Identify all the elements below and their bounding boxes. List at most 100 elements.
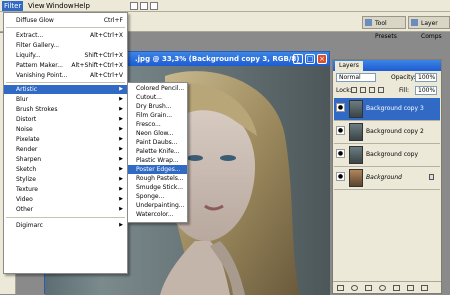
- layer-row[interactable]: ● Background copy 3: [334, 98, 440, 121]
- filter-menu: Diffuse Glow Ctrl+F Extract... Alt+Ctrl+X …: [3, 12, 128, 274]
- submenu-item[interactable]: Dry Brush...: [128, 102, 187, 111]
- layers-tab[interactable]: Layers: [335, 61, 363, 71]
- menu-item-texture[interactable]: Texture ▶: [4, 185, 127, 194]
- menu-help[interactable]: Help: [72, 1, 92, 11]
- submenu-arrow-icon: ▶: [119, 222, 123, 228]
- menu-item-pixelate[interactable]: Pixelate ▶: [4, 135, 127, 144]
- layer-name: Background: [366, 174, 402, 181]
- submenu-arrow-icon: ▶: [119, 176, 123, 182]
- layer-thumbnail: [349, 100, 363, 118]
- layer-comps-tab[interactable]: Layer Comps: [408, 16, 450, 40]
- submenu-item[interactable]: Sponge...: [128, 192, 187, 201]
- menu-filter[interactable]: Filter: [2, 1, 24, 11]
- fill-input[interactable]: 100%: [415, 86, 437, 95]
- submenu-item[interactable]: Fresco...: [128, 120, 187, 129]
- submenu-arrow-icon: ▶: [119, 206, 123, 212]
- eye-icon[interactable]: ●: [336, 126, 345, 135]
- restore-icon[interactable]: [140, 2, 148, 10]
- menu-item-diffuse-glow[interactable]: Diffuse Glow Ctrl+F: [4, 16, 127, 25]
- submenu-arrow-icon: ▶: [119, 146, 123, 152]
- menu-item-brush-strokes[interactable]: Brush Strokes ▶: [4, 105, 127, 114]
- menu-item-liquify[interactable]: Liquify... Shift+Ctrl+X: [4, 51, 127, 60]
- submenu-item[interactable]: Underpainting...: [128, 201, 187, 210]
- submenu-arrow-icon: ▶: [119, 116, 123, 122]
- opacity-input[interactable]: 100%: [415, 73, 437, 82]
- menu-item-video[interactable]: Video ▶: [4, 195, 127, 204]
- menu-item-noise[interactable]: Noise ▶: [4, 125, 127, 134]
- layer-row[interactable]: ● Background: [334, 167, 440, 190]
- menu-item-blur[interactable]: Blur ▶: [4, 95, 127, 104]
- new-layer-icon[interactable]: [407, 285, 414, 291]
- layer-mask-icon[interactable]: [365, 285, 372, 291]
- layer-row[interactable]: ● Background copy: [334, 144, 440, 167]
- doc-minimize-icon[interactable]: _: [293, 54, 303, 64]
- tool-presets-label: Tool Presets: [375, 20, 397, 40]
- submenu-item[interactable]: Cutout...: [128, 93, 187, 102]
- opacity-label: Opacity:: [391, 74, 416, 81]
- menu-item-digimarc[interactable]: Digimarc ▶: [4, 221, 127, 230]
- submenu-item[interactable]: Colored Pencil...: [128, 84, 187, 93]
- adjustment-layer-icon[interactable]: [379, 285, 386, 291]
- submenu-arrow-icon: ▶: [119, 156, 123, 162]
- eye-icon[interactable]: ●: [336, 103, 345, 112]
- eye-icon[interactable]: ●: [336, 149, 345, 158]
- submenu-item[interactable]: Smudge Stick...: [128, 183, 187, 192]
- submenu-item[interactable]: Palette Knife...: [128, 147, 187, 156]
- layers-panel: Layers Normal Opacity: 100% Lock: Fill: …: [332, 59, 442, 294]
- submenu-item[interactable]: Rough Pastels...: [128, 174, 187, 183]
- menu-item-extract[interactable]: Extract... Alt+Ctrl+X: [4, 31, 127, 40]
- lock-pixels-icon[interactable]: [360, 87, 366, 93]
- submenu-arrow-icon: ▶: [119, 166, 123, 172]
- menu-item-vanishing-point[interactable]: Vanishing Point... Alt+Ctrl+V: [4, 71, 127, 80]
- layer-row[interactable]: ● Background copy 2: [334, 121, 440, 144]
- submenu-arrow-icon: ▶: [119, 106, 123, 112]
- submenu-item-poster-edges[interactable]: Poster Edges...: [128, 165, 187, 174]
- menu-window[interactable]: Window: [44, 1, 76, 11]
- layers-panel-header: Layers: [333, 60, 441, 71]
- group-icon[interactable]: [393, 285, 400, 291]
- menu-item-distort[interactable]: Distort ▶: [4, 115, 127, 124]
- menu-item-filter-gallery[interactable]: Filter Gallery...: [4, 41, 127, 50]
- menu-item-sketch[interactable]: Sketch ▶: [4, 165, 127, 174]
- close-icon[interactable]: [150, 2, 158, 10]
- layer-name: Background copy 3: [366, 105, 424, 112]
- submenu-arrow-icon: ▶: [119, 186, 123, 192]
- lock-position-icon[interactable]: [369, 87, 375, 93]
- fill-label: Fill:: [399, 87, 410, 94]
- doc-close-icon[interactable]: ×: [317, 54, 327, 64]
- layer-thumbnail: [349, 123, 363, 141]
- lock-label: Lock:: [336, 87, 352, 94]
- menu-item-artistic[interactable]: Artistic ▶: [4, 85, 127, 94]
- submenu-item[interactable]: Neon Glow...: [128, 129, 187, 138]
- layer-name: Background copy: [366, 151, 419, 158]
- submenu-arrow-icon: ▶: [119, 96, 123, 102]
- tool-presets-tab[interactable]: Tool Presets: [362, 16, 406, 40]
- trash-icon[interactable]: [421, 285, 428, 291]
- layer-style-icon[interactable]: [351, 285, 358, 291]
- eye-icon[interactable]: ●: [336, 172, 345, 181]
- submenu-item[interactable]: Plastic Wrap...: [128, 156, 187, 165]
- minimize-icon[interactable]: [130, 2, 138, 10]
- menu-item-sharpen[interactable]: Sharpen ▶: [4, 155, 127, 164]
- menu-item-render[interactable]: Render ▶: [4, 145, 127, 154]
- lock-transparency-icon[interactable]: [351, 87, 357, 93]
- tool-presets-icon: [365, 19, 372, 26]
- menu-item-pattern-maker[interactable]: Pattern Maker... Alt+Shift+Ctrl+X: [4, 61, 127, 70]
- link-layers-icon[interactable]: [337, 285, 344, 291]
- submenu-item[interactable]: Watercolor...: [128, 210, 187, 219]
- menu-bar: Filter View Window Help: [0, 0, 450, 12]
- menu-separator: [6, 27, 125, 28]
- submenu-item[interactable]: Paint Daubs...: [128, 138, 187, 147]
- submenu-item[interactable]: Film Grain...: [128, 111, 187, 120]
- menu-item-stylize[interactable]: Stylize ▶: [4, 175, 127, 184]
- submenu-arrow-icon: ▶: [119, 126, 123, 132]
- layer-name: Background copy 2: [366, 128, 424, 135]
- menu-separator: [6, 82, 125, 83]
- layer-comps-icon: [411, 19, 418, 26]
- blend-mode-select[interactable]: Normal: [336, 73, 376, 82]
- submenu-arrow-icon: ▶: [119, 196, 123, 202]
- lock-all-icon[interactable]: [378, 87, 384, 93]
- menu-item-other[interactable]: Other ▶: [4, 205, 127, 214]
- submenu-arrow-icon: ▶: [119, 86, 123, 92]
- doc-maximize-icon[interactable]: □: [305, 54, 315, 64]
